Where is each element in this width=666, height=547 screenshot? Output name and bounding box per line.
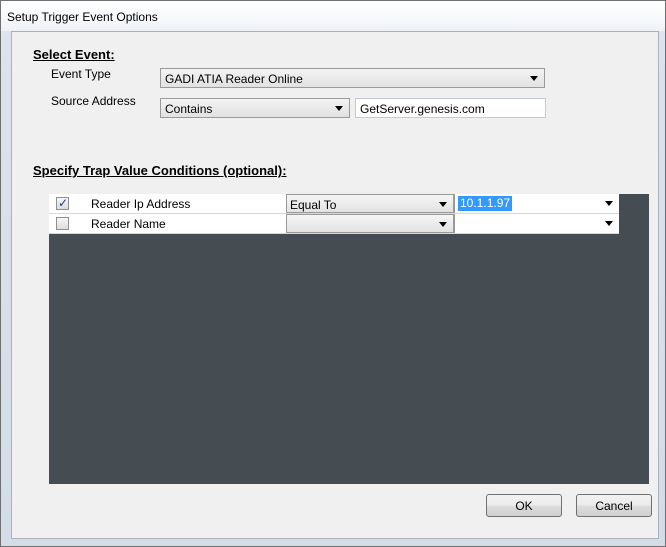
chevron-down-icon (335, 106, 343, 111)
trap-conditions-grid[interactable]: ✓ Reader Ip Address Equal To 10.1.1.97 R… (49, 194, 649, 484)
event-type-label: Event Type (51, 67, 111, 81)
ok-button[interactable]: OK (486, 494, 562, 517)
table-row[interactable]: ✓ Reader Ip Address Equal To 10.1.1.97 (49, 194, 619, 214)
source-address-input[interactable]: GetServer.genesis.com (355, 98, 546, 118)
source-address-value: GetServer.genesis.com (360, 102, 485, 116)
window-title: Setup Trigger Event Options (7, 10, 158, 24)
condition-name: Reader Name (91, 217, 166, 231)
row-checkbox[interactable]: ✓ (56, 196, 69, 210)
condition-value-dropdown[interactable] (454, 214, 619, 233)
chevron-down-icon (530, 76, 538, 81)
chevron-down-icon (439, 222, 447, 227)
source-address-operator-value: Contains (165, 102, 213, 116)
event-type-value: GADI ATIA Reader Online (165, 72, 303, 86)
title-bar[interactable]: Setup Trigger Event Options (1, 1, 665, 31)
condition-value-dropdown[interactable]: 10.1.1.97 (454, 194, 619, 213)
condition-operator-value: Equal To (290, 198, 337, 212)
table-row[interactable]: Reader Name (49, 214, 619, 234)
chevron-down-icon (605, 201, 613, 206)
dialog-window: Setup Trigger Event Options Select Event… (0, 0, 666, 547)
source-address-operator-dropdown[interactable]: Contains (160, 98, 350, 118)
check-icon: ✓ (58, 196, 69, 210)
chevron-down-icon (605, 221, 613, 226)
dialog-content: Select Event: Event Type GADI ATIA Reade… (11, 31, 659, 539)
condition-operator-dropdown[interactable] (286, 214, 454, 233)
select-event-heading: Select Event: (33, 47, 115, 62)
row-checkbox[interactable] (56, 217, 69, 230)
chevron-down-icon (439, 202, 447, 207)
trap-conditions-heading: Specify Trap Value Conditions (optional)… (33, 163, 287, 178)
condition-name: Reader Ip Address (91, 197, 191, 211)
cancel-button[interactable]: Cancel (576, 494, 652, 517)
source-address-label: Source Address (51, 94, 136, 108)
condition-operator-dropdown[interactable]: Equal To (286, 194, 454, 213)
condition-value: 10.1.1.97 (458, 196, 513, 211)
event-type-dropdown[interactable]: GADI ATIA Reader Online (160, 68, 545, 88)
